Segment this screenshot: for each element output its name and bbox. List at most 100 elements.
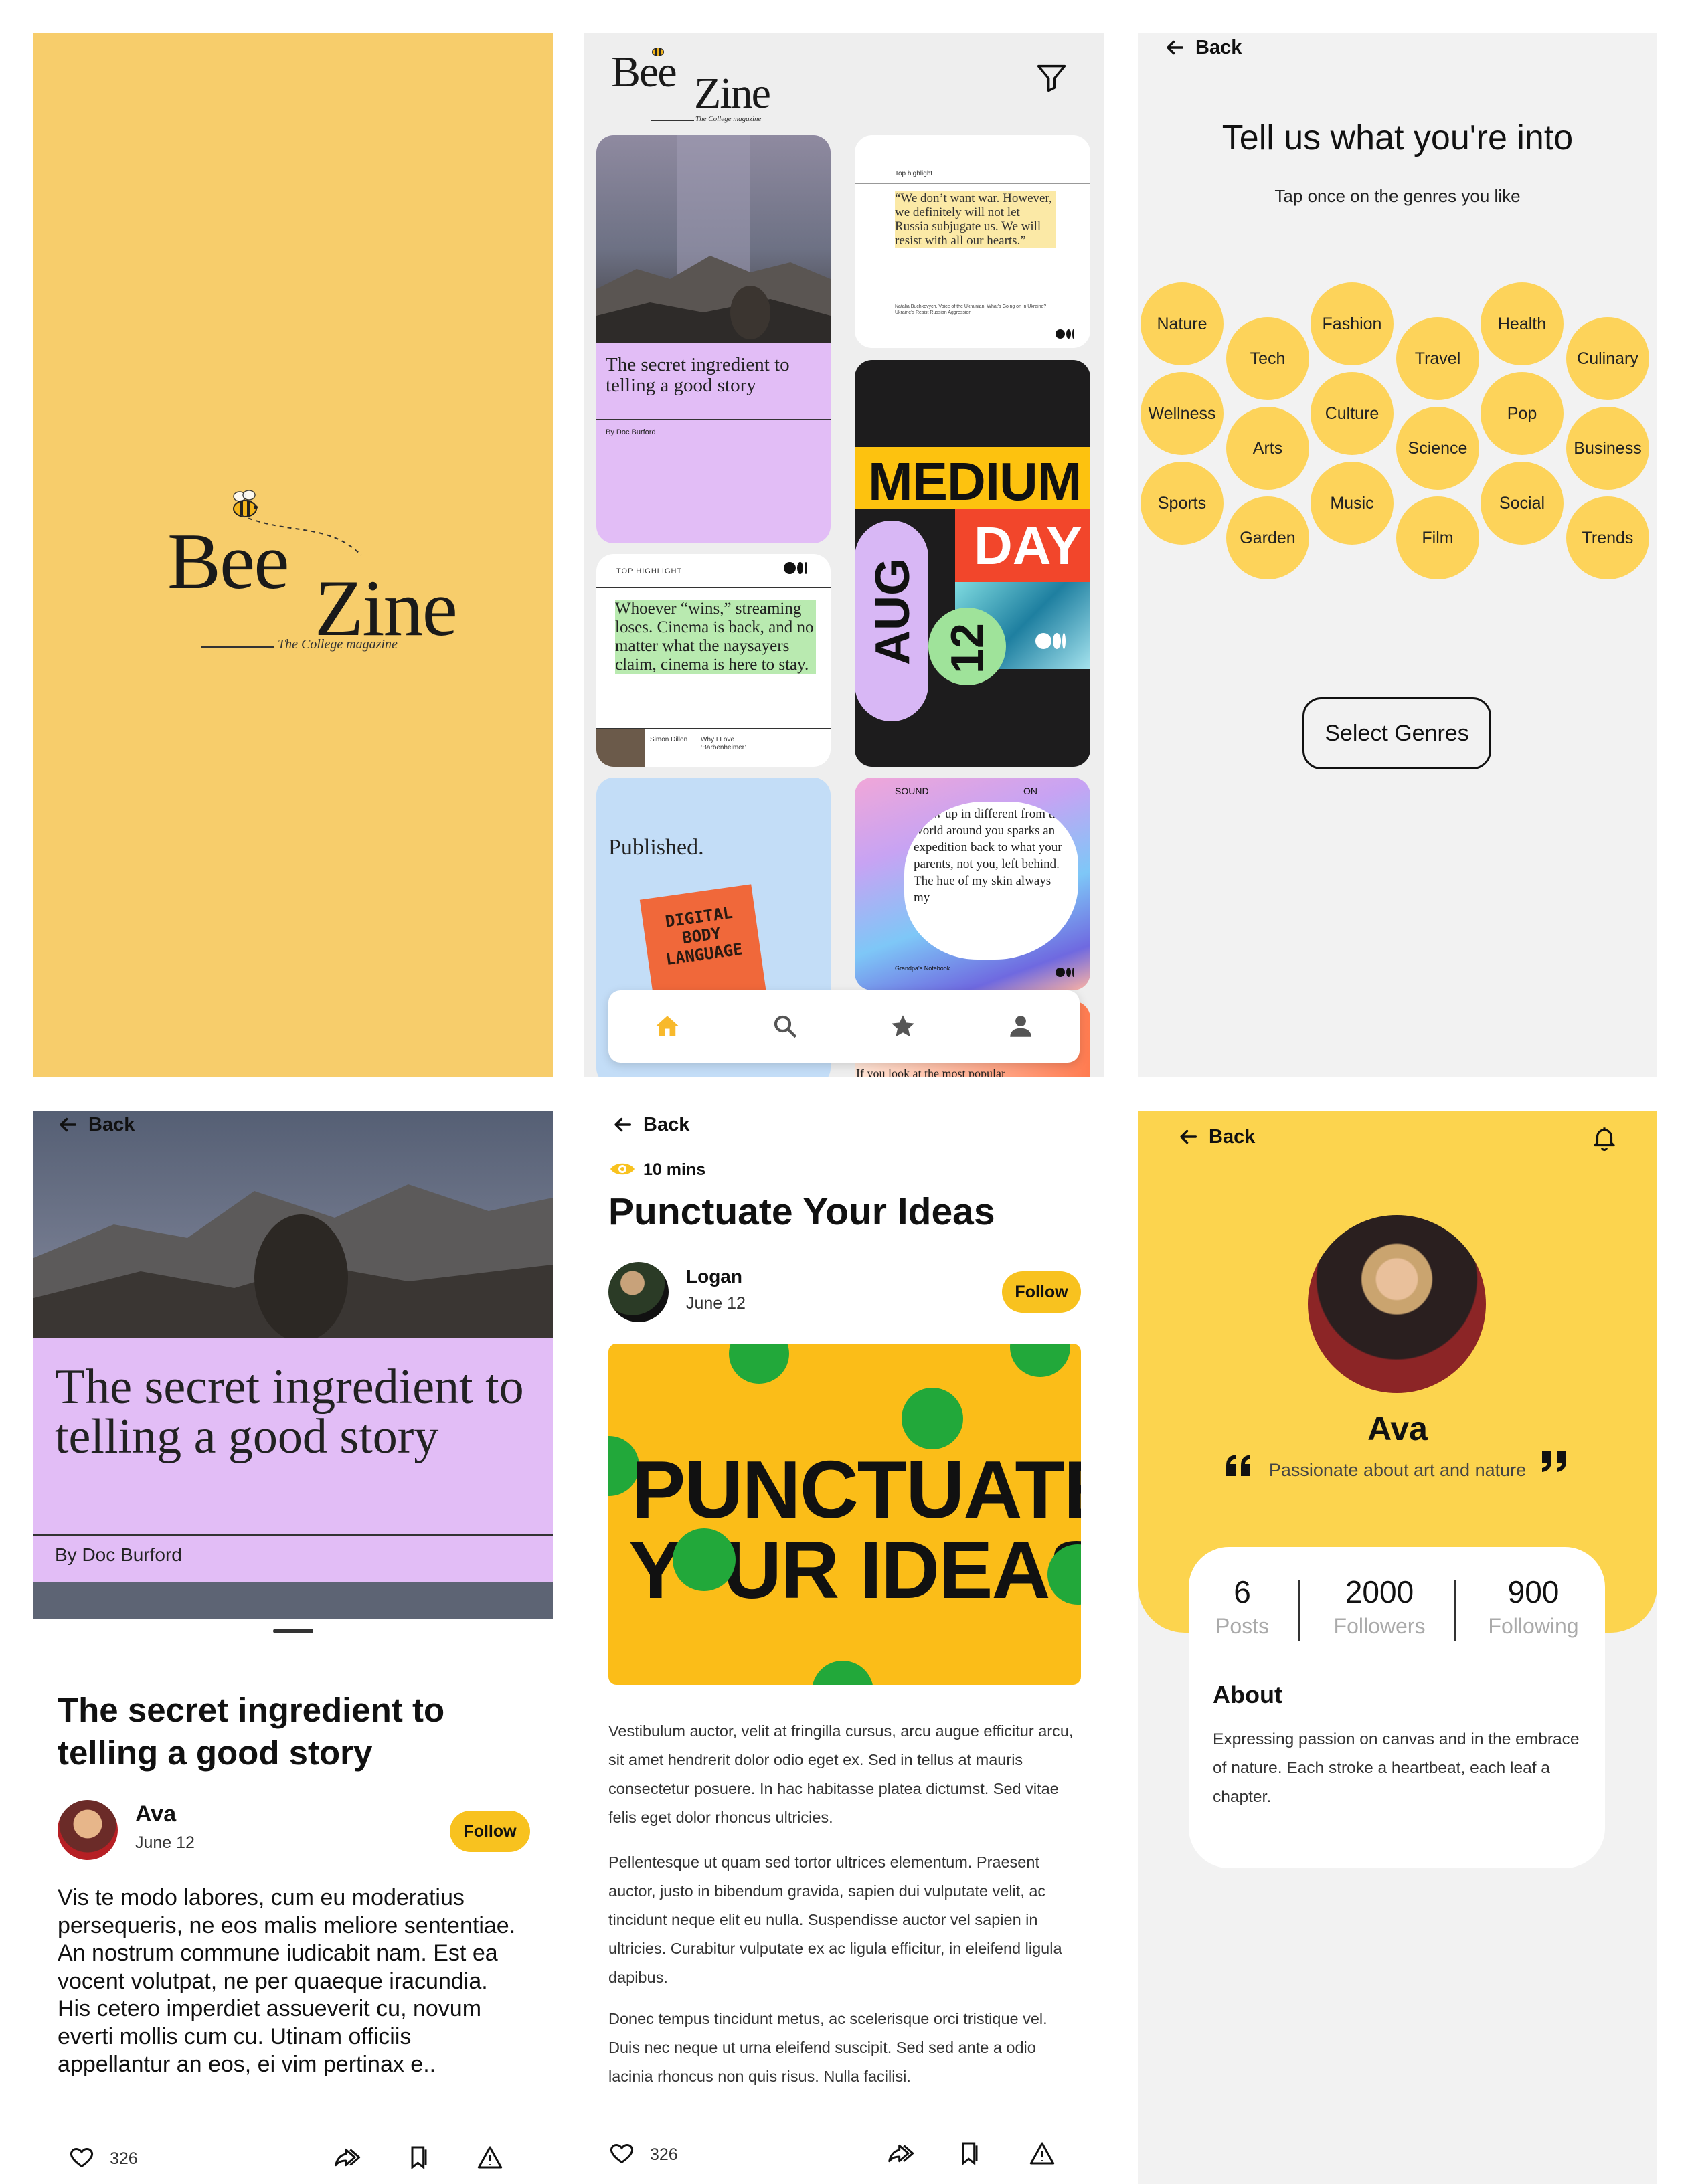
heart-icon[interactable] [608, 2140, 635, 2167]
tagline-rule [651, 120, 694, 121]
read-time: 10 mins [643, 1160, 706, 1179]
avatar[interactable] [608, 1262, 669, 1322]
highlight-card-war-quote[interactable]: Top highlight “We don’t want war. Howeve… [855, 135, 1090, 348]
medium-word: MEDIUM [868, 452, 1082, 511]
highlight-quote: Whoever “wins,” streaming loses. Cinema … [615, 600, 816, 674]
profile-avatar[interactable] [1308, 1215, 1486, 1393]
stat-posts[interactable]: 6 Posts [1189, 1574, 1296, 1639]
bookmark-icon[interactable] [956, 2140, 983, 2167]
genre-arts[interactable]: Arts [1226, 407, 1309, 490]
genre-culinary[interactable]: Culinary [1566, 317, 1649, 400]
about-text: Expressing passion on canvas and in the … [1213, 1730, 1580, 1806]
author-name[interactable]: Ava [135, 1801, 176, 1827]
cover-line-1: PUNCTUATE [631, 1444, 1081, 1535]
medium-day-card[interactable]: MEDIUM DAY AUG 12 [855, 360, 1090, 767]
avatar[interactable] [58, 1800, 118, 1860]
tagline: The College magazine [695, 115, 762, 123]
genre-fashion[interactable]: Fashion [1311, 282, 1394, 365]
genre-health[interactable]: Health [1481, 282, 1564, 365]
hero-panel: The secret ingredient to telling a good … [33, 1338, 553, 1582]
feed-logo: Bee Zine The College magazine [611, 41, 785, 135]
author-photo [596, 729, 645, 767]
author-name[interactable]: Logan [686, 1266, 742, 1287]
article-screen-secret-ingredient: Back The secret ingredient to telling a … [33, 1111, 553, 2184]
hero-byline: By Doc Burford [55, 1544, 182, 1565]
quote-icon [1542, 1451, 1566, 1472]
stat-label: Following [1488, 1614, 1579, 1638]
back-button[interactable]: Back [1163, 36, 1242, 59]
stat-divider [1454, 1580, 1456, 1641]
card-rule [855, 183, 1090, 184]
paragraph-1: Vestibulum auctor, velit at fringilla cu… [608, 1722, 1074, 1826]
stat-label: Posts [1215, 1614, 1270, 1638]
green-dot [902, 1388, 963, 1449]
home-icon[interactable] [653, 1012, 681, 1040]
poem-text: …ow up in different from the world aroun… [904, 802, 1078, 960]
like-count: 326 [110, 2149, 138, 2168]
highlight-card-cinema[interactable]: TOP HIGHLIGHT Whoever “wins,” streaming … [596, 554, 831, 767]
star-icon[interactable] [889, 1012, 917, 1040]
follow-button[interactable]: Follow [450, 1811, 530, 1852]
genre-culture[interactable]: Culture [1311, 372, 1394, 455]
warning-icon[interactable] [477, 2144, 503, 2171]
card-footer: Natalia Buchkovych, Voice of the Ukraini… [895, 304, 1047, 315]
back-button[interactable]: Back [611, 1113, 689, 1136]
genre-pop[interactable]: Pop [1481, 372, 1564, 455]
genre-sports[interactable]: Sports [1141, 462, 1224, 545]
genre-social[interactable]: Social [1481, 462, 1564, 545]
highlight-quote: “We don’t want war. However, we definite… [895, 191, 1056, 248]
profile-card: 6 Posts 2000 Followers 900 Following Abo… [1189, 1547, 1605, 1868]
article-title: The secret ingredient to telling a good … [58, 1691, 445, 1772]
genre-wellness[interactable]: Wellness [1141, 372, 1224, 455]
user-icon[interactable] [1007, 1012, 1035, 1040]
warning-icon[interactable] [1029, 2140, 1056, 2167]
hero-title: The secret ingredient to telling a good … [55, 1360, 524, 1464]
bell-icon[interactable] [1590, 1124, 1618, 1152]
drag-handle[interactable] [273, 1629, 313, 1633]
genre-film[interactable]: Film [1396, 496, 1479, 579]
bookmark-icon[interactable] [406, 2144, 432, 2171]
day-word: DAY [974, 516, 1082, 575]
sound-label: SOUND [895, 786, 929, 796]
publish-date: June 12 [686, 1294, 746, 1313]
article-cover-image: PUNCTUATE Y UR IDEAS [608, 1344, 1081, 1685]
card-rule [596, 587, 831, 588]
card-divider [596, 419, 831, 420]
back-button[interactable]: Back [56, 1113, 135, 1136]
filter-icon[interactable] [1034, 60, 1069, 95]
like-count: 326 [650, 2145, 678, 2164]
back-label: Back [88, 1113, 135, 1135]
genre-music[interactable]: Music [1311, 462, 1394, 545]
arrow-left-icon [1180, 1129, 1197, 1144]
select-genres-button[interactable]: Select Genres [1302, 697, 1491, 769]
medium-logo [1056, 968, 1074, 980]
publish-date: June 12 [135, 1833, 195, 1852]
book-title: DIGITAL BODY LANGUAGE [664, 903, 744, 970]
genre-tech[interactable]: Tech [1226, 317, 1309, 400]
story-card-secret-ingredient[interactable]: The secret ingredient to telling a good … [596, 135, 831, 543]
arrow-left-icon [60, 1117, 77, 1132]
stat-following[interactable]: 900 Following [1456, 1574, 1610, 1639]
logo-bee: Bee [611, 48, 677, 96]
genre-travel[interactable]: Travel [1396, 317, 1479, 400]
genre-nature[interactable]: Nature [1141, 282, 1224, 365]
follow-button[interactable]: Follow [1002, 1271, 1081, 1313]
card-footer: Grandpa's Notebook [895, 965, 950, 972]
genre-business[interactable]: Business [1566, 407, 1649, 490]
poem-card[interactable]: SOUND ON …ow up in different from the wo… [855, 778, 1090, 990]
genre-trends[interactable]: Trends [1566, 496, 1649, 579]
hero-divider [33, 1534, 553, 1536]
genre-garden[interactable]: Garden [1226, 496, 1309, 579]
green-dot [812, 1661, 873, 1685]
genre-science[interactable]: Science [1396, 407, 1479, 490]
search-icon[interactable] [771, 1012, 799, 1040]
bottom-navigation [608, 990, 1080, 1063]
month-label: AUG [866, 558, 920, 665]
heart-icon[interactable] [68, 2144, 95, 2171]
back-button[interactable]: Back [1177, 1125, 1255, 1148]
share-icon[interactable] [335, 2144, 361, 2171]
stat-followers[interactable]: 2000 Followers [1302, 1574, 1456, 1639]
profile-name: Ava [1367, 1410, 1428, 1447]
share-icon[interactable] [888, 2140, 915, 2167]
about-title: About [1213, 1681, 1282, 1708]
